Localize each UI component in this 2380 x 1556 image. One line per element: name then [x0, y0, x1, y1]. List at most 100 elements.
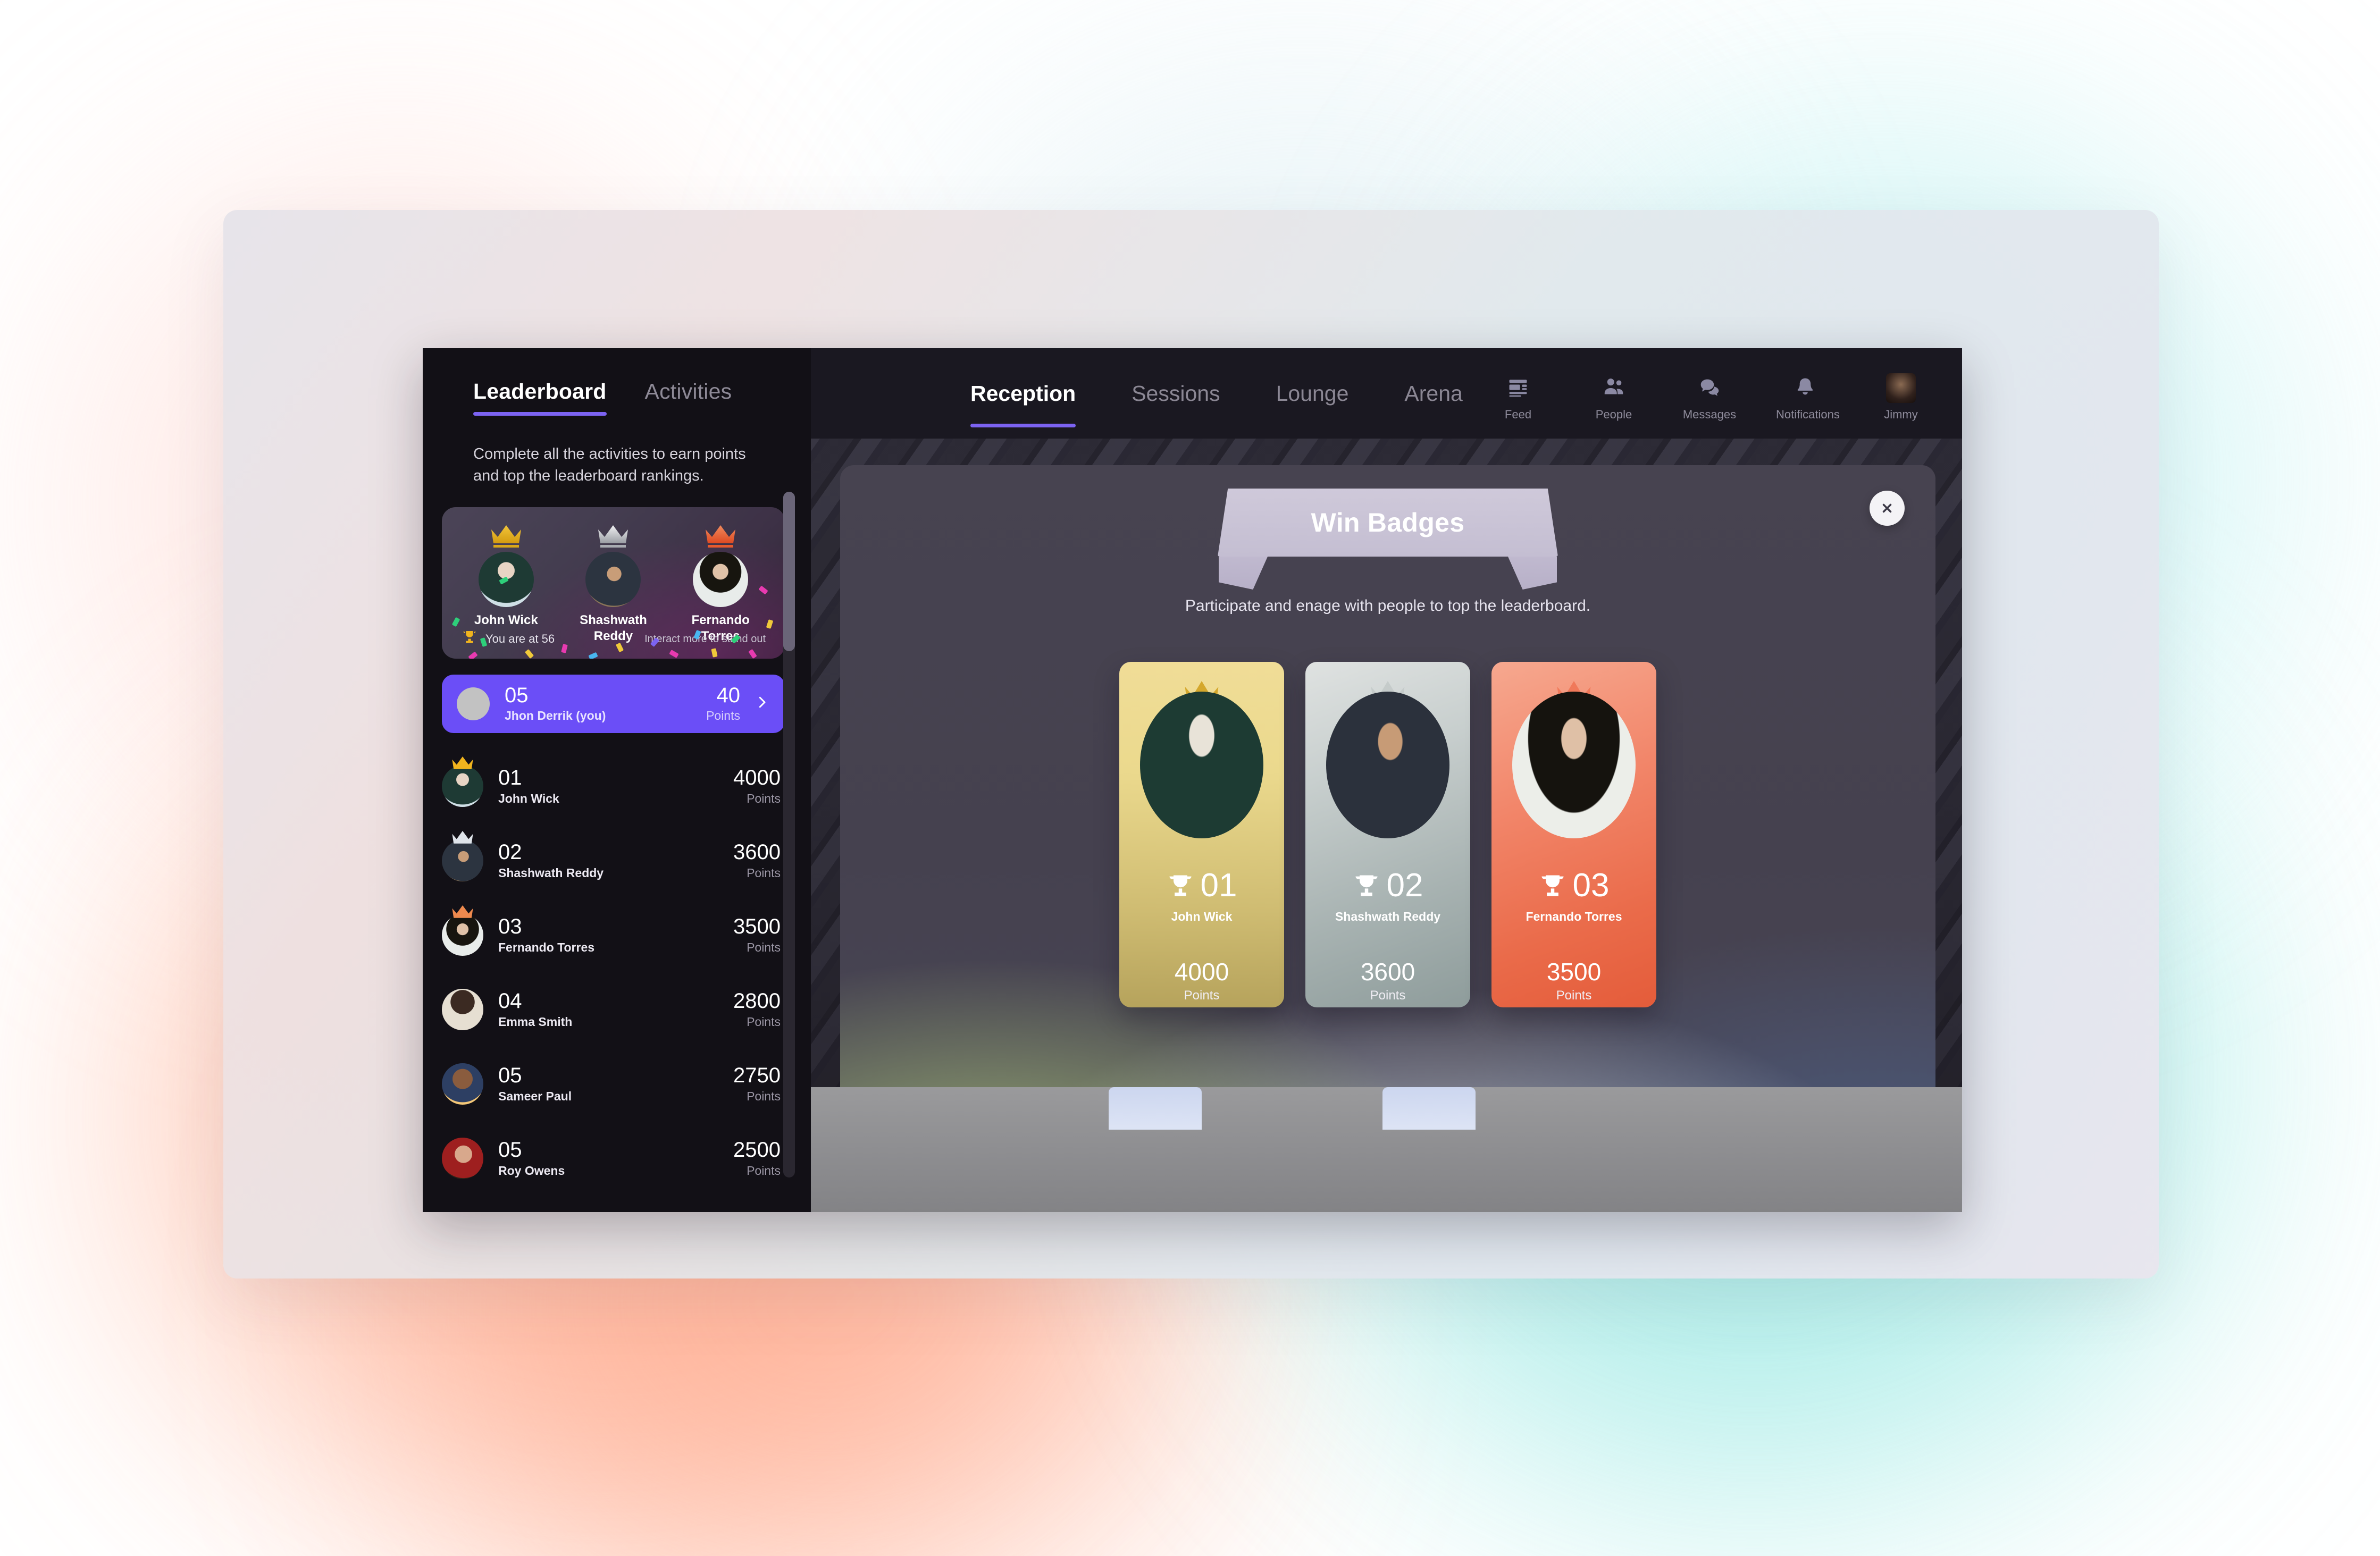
- table-row[interactable]: 01 John Wick 4000 Points: [442, 749, 785, 823]
- rank-name: Shashwath Reddy: [498, 865, 604, 880]
- avatar: [442, 989, 483, 1031]
- my-points: 40 Points: [706, 685, 740, 723]
- rank-name: John Wick: [498, 791, 559, 805]
- podium-block-right: [1382, 1087, 1476, 1130]
- bronze-crown-icon: [675, 521, 766, 549]
- bell-icon: [1776, 372, 1834, 403]
- modal-subtitle: Participate and enage with people to top…: [1185, 597, 1591, 615]
- badge-rank: 01: [1119, 869, 1284, 902]
- sidebar-scrollbar[interactable]: [783, 492, 795, 1177]
- tab-activities[interactable]: Activities: [645, 379, 732, 416]
- nav-item-notifications[interactable]: Notifications: [1776, 372, 1840, 422]
- messages-icon: [1680, 372, 1739, 403]
- badge-cards: 01 John Wick 4000 Points 02 Shashwath Re…: [1119, 662, 1656, 1007]
- tab-leaderboard[interactable]: Leaderboard: [473, 379, 607, 416]
- badge-points: 3600: [1360, 958, 1415, 986]
- badge-points-label: Points: [1370, 988, 1406, 1003]
- leaderboard-sidebar: Leaderboard Activities Complete all the …: [423, 348, 811, 1212]
- nav-item-label: Notifications: [1776, 408, 1840, 421]
- nav-item-feed[interactable]: Feed: [1489, 372, 1547, 422]
- podium-members: John Wick Shashwath Reddy Fernando Torre…: [442, 507, 785, 644]
- badge-rank: 02: [1305, 869, 1470, 902]
- badge-card-rank-1[interactable]: 01 John Wick 4000 Points: [1119, 662, 1284, 1007]
- table-row[interactable]: 05 Sameer Paul 2750 Points: [442, 1047, 785, 1121]
- nav-item-messages[interactable]: Messages: [1680, 372, 1739, 422]
- podium-you-rank-text: You are at 56: [485, 632, 555, 646]
- table-row[interactable]: 05 Roy Owens 2500 Points: [442, 1121, 785, 1196]
- ribbon-tail-right: [1508, 557, 1557, 590]
- my-points-label: Points: [706, 709, 740, 723]
- close-button[interactable]: [1870, 491, 1905, 526]
- podium-block-left: [1109, 1087, 1202, 1130]
- nav-item-people[interactable]: People: [1585, 372, 1643, 422]
- rank-points-label: Points: [747, 1089, 781, 1103]
- avatar: [457, 687, 490, 721]
- tab-reception[interactable]: Reception: [970, 381, 1076, 427]
- rank-name: Fernando Torres: [498, 940, 595, 954]
- badge-avatar: [1512, 692, 1636, 838]
- rank-points-label: Points: [747, 1014, 781, 1029]
- rank-name: Emma Smith: [498, 1014, 573, 1029]
- badge-name: Fernando Torres: [1526, 910, 1622, 923]
- trophy-icon: [1355, 875, 1378, 896]
- badge-rank-number: 02: [1386, 867, 1423, 904]
- avatar: [442, 1063, 483, 1105]
- rank-number: 02: [498, 840, 522, 864]
- stage-background: Win Badges Participate and enage with pe…: [811, 439, 1962, 1212]
- nav-tabs: Reception Sessions Lounge Arena: [970, 348, 1463, 427]
- sidebar-scrollbar-thumb[interactable]: [783, 492, 795, 651]
- sidebar-tabs: Leaderboard Activities: [423, 348, 811, 416]
- user-avatar: [1886, 373, 1916, 403]
- tab-lounge[interactable]: Lounge: [1276, 381, 1349, 427]
- badge-rank: 03: [1491, 869, 1656, 902]
- rank-points: 4000: [733, 766, 781, 789]
- my-rank-number: 05: [505, 684, 529, 708]
- rank-points-label: Points: [747, 940, 781, 954]
- nav-icon-group: Feed People Messages Notifications Jimmy: [1489, 348, 1930, 422]
- badge-name: John Wick: [1171, 910, 1233, 923]
- avatar: [478, 552, 534, 608]
- modal-title-ribbon: Win Badges: [1218, 489, 1558, 590]
- nav-item-label: People: [1595, 408, 1632, 421]
- badge-points: 4000: [1174, 958, 1229, 986]
- badge-card-rank-3[interactable]: 03 Fernando Torres 3500 Points: [1491, 662, 1656, 1007]
- rank-number: 04: [498, 989, 522, 1013]
- badge-avatar: [1326, 692, 1449, 838]
- badge-points-label: Points: [1556, 988, 1592, 1003]
- sidebar-description: Complete all the activities to earn poin…: [473, 445, 746, 485]
- tab-arena[interactable]: Arena: [1404, 381, 1462, 427]
- trophy-icon: [1541, 875, 1564, 896]
- badge-card-rank-2[interactable]: 02 Shashwath Reddy 3600 Points: [1305, 662, 1470, 1007]
- rank-points-label: Points: [747, 791, 781, 805]
- table-row[interactable]: 02 Shashwath Reddy 3600 Points: [442, 823, 785, 898]
- badge-points: 3500: [1546, 958, 1602, 986]
- my-rank-row[interactable]: 05 Jhon Derrik (you) 40 Points: [442, 675, 785, 734]
- my-rank-info: 05 Jhon Derrik (you): [505, 685, 706, 723]
- table-row[interactable]: 04 Emma Smith 2800 Points: [442, 972, 785, 1047]
- badge-rank-number: 01: [1200, 867, 1237, 904]
- stage-floor: [811, 1087, 1962, 1212]
- tab-sessions[interactable]: Sessions: [1132, 381, 1220, 427]
- close-icon: [1882, 503, 1892, 513]
- nav-item-label: Jimmy: [1884, 408, 1918, 421]
- chevron-right-icon[interactable]: [754, 692, 770, 716]
- top-navigation-bar: Reception Sessions Lounge Arena Feed Peo…: [811, 348, 1962, 439]
- podium-footer: You are at 56 Interact more to stand out: [442, 629, 785, 649]
- rank-number: 03: [498, 914, 522, 938]
- avatar: [693, 552, 749, 608]
- podium-hint-text: Interact more to stand out: [644, 633, 766, 645]
- rank-points-label: Points: [747, 1163, 781, 1177]
- top-three-podium-card[interactable]: John Wick Shashwath Reddy Fernando Torre…: [442, 507, 785, 659]
- podium-member: Shashwath Reddy: [568, 521, 658, 644]
- rank-number: 05: [498, 1138, 522, 1162]
- nav-item-profile[interactable]: Jimmy: [1872, 372, 1930, 422]
- rank-name: Roy Owens: [498, 1163, 565, 1177]
- app-window: Leaderboard Activities Complete all the …: [423, 348, 1962, 1212]
- my-rank-name: Jhon Derrik (you): [505, 709, 606, 723]
- table-row[interactable]: 03 Fernando Torres 3500 Points: [442, 898, 785, 972]
- podium-footer-left: You are at 56: [461, 629, 555, 649]
- rank-number: 05: [498, 1063, 522, 1087]
- my-points-value: 40: [716, 684, 741, 708]
- badge-rank-number: 03: [1572, 867, 1610, 904]
- nav-item-label: Messages: [1682, 408, 1737, 421]
